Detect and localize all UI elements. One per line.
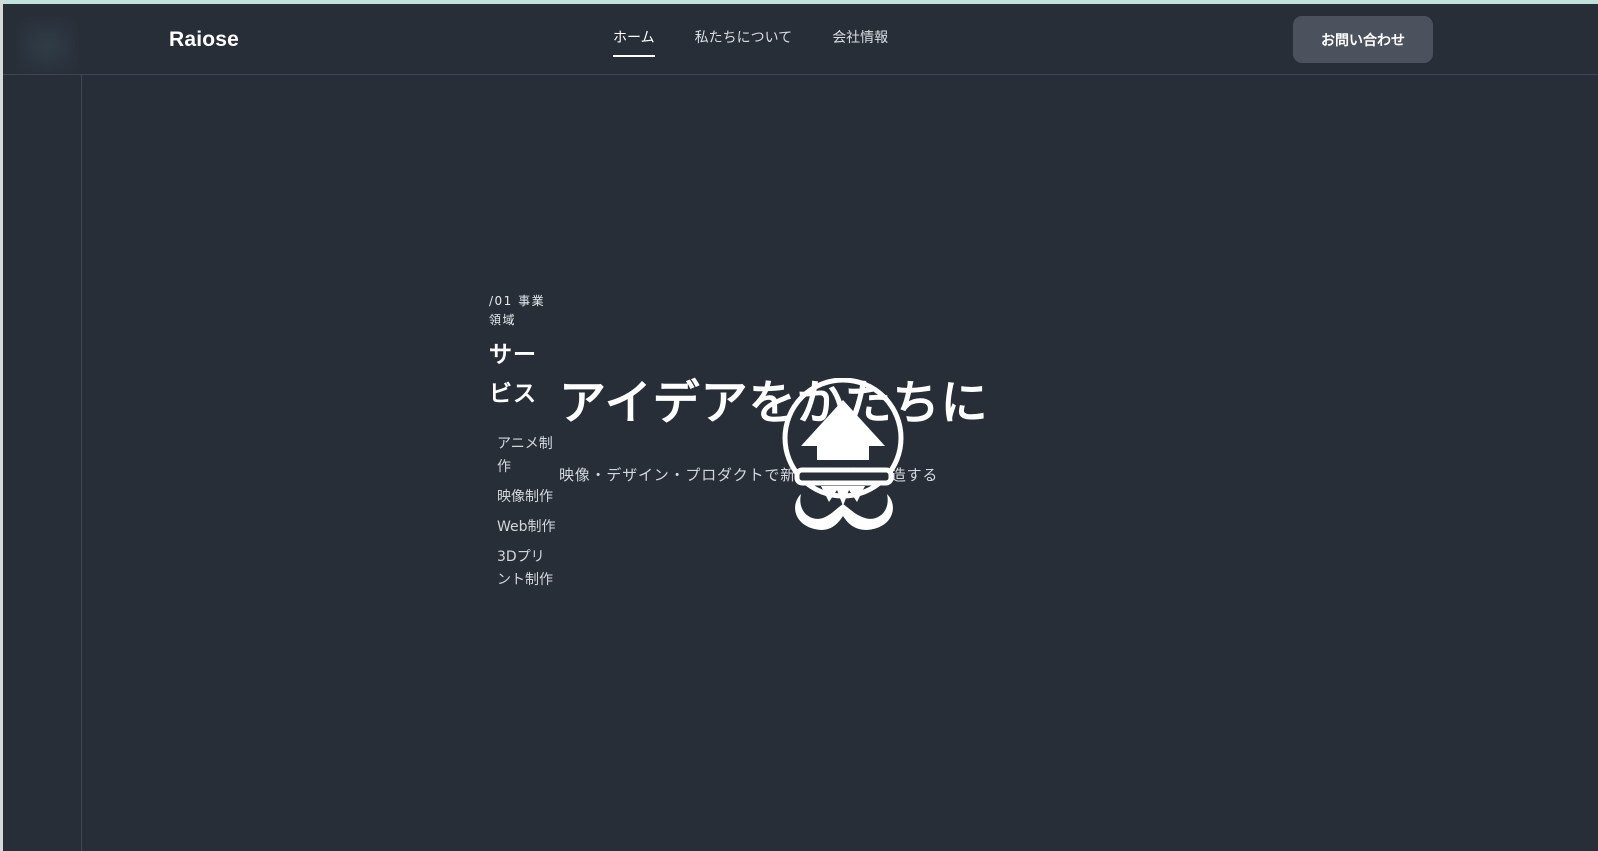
service-item-web[interactable]: Web制作 <box>497 516 557 539</box>
service-item-anime[interactable]: アニメ制作 <box>497 433 557 479</box>
service-item-3d-print[interactable]: 3Dプリント制作 <box>497 546 557 592</box>
section-eyebrow: /01 事業領域 <box>489 294 546 327</box>
service-item-video[interactable]: 映像制作 <box>497 486 557 509</box>
main-nav: ホーム 私たちについて 会社情報 <box>613 28 888 57</box>
site-header: Raiose ホーム 私たちについて 会社情報 お問い合わせ <box>3 4 1598 75</box>
side-rail-divider <box>81 75 82 851</box>
contact-button[interactable]: お問い合わせ <box>1293 16 1433 63</box>
nav-item-home[interactable]: ホーム <box>613 28 655 57</box>
lightbulb-house-icon <box>782 378 904 530</box>
brand-logo[interactable]: Raiose <box>169 28 239 52</box>
nav-item-about[interactable]: 私たちについて <box>695 28 793 57</box>
browser-viewport: Raiose ホーム 私たちについて 会社情報 お問い合わせ /01 事業領域 … <box>3 0 1598 851</box>
section-title: サービス <box>489 342 537 407</box>
service-list: アニメ制作 映像制作 Web制作 3Dプリント制作 <box>497 433 557 599</box>
hero-title: アイデアをかたちに <box>559 376 989 431</box>
nav-item-company[interactable]: 会社情報 <box>832 28 888 57</box>
